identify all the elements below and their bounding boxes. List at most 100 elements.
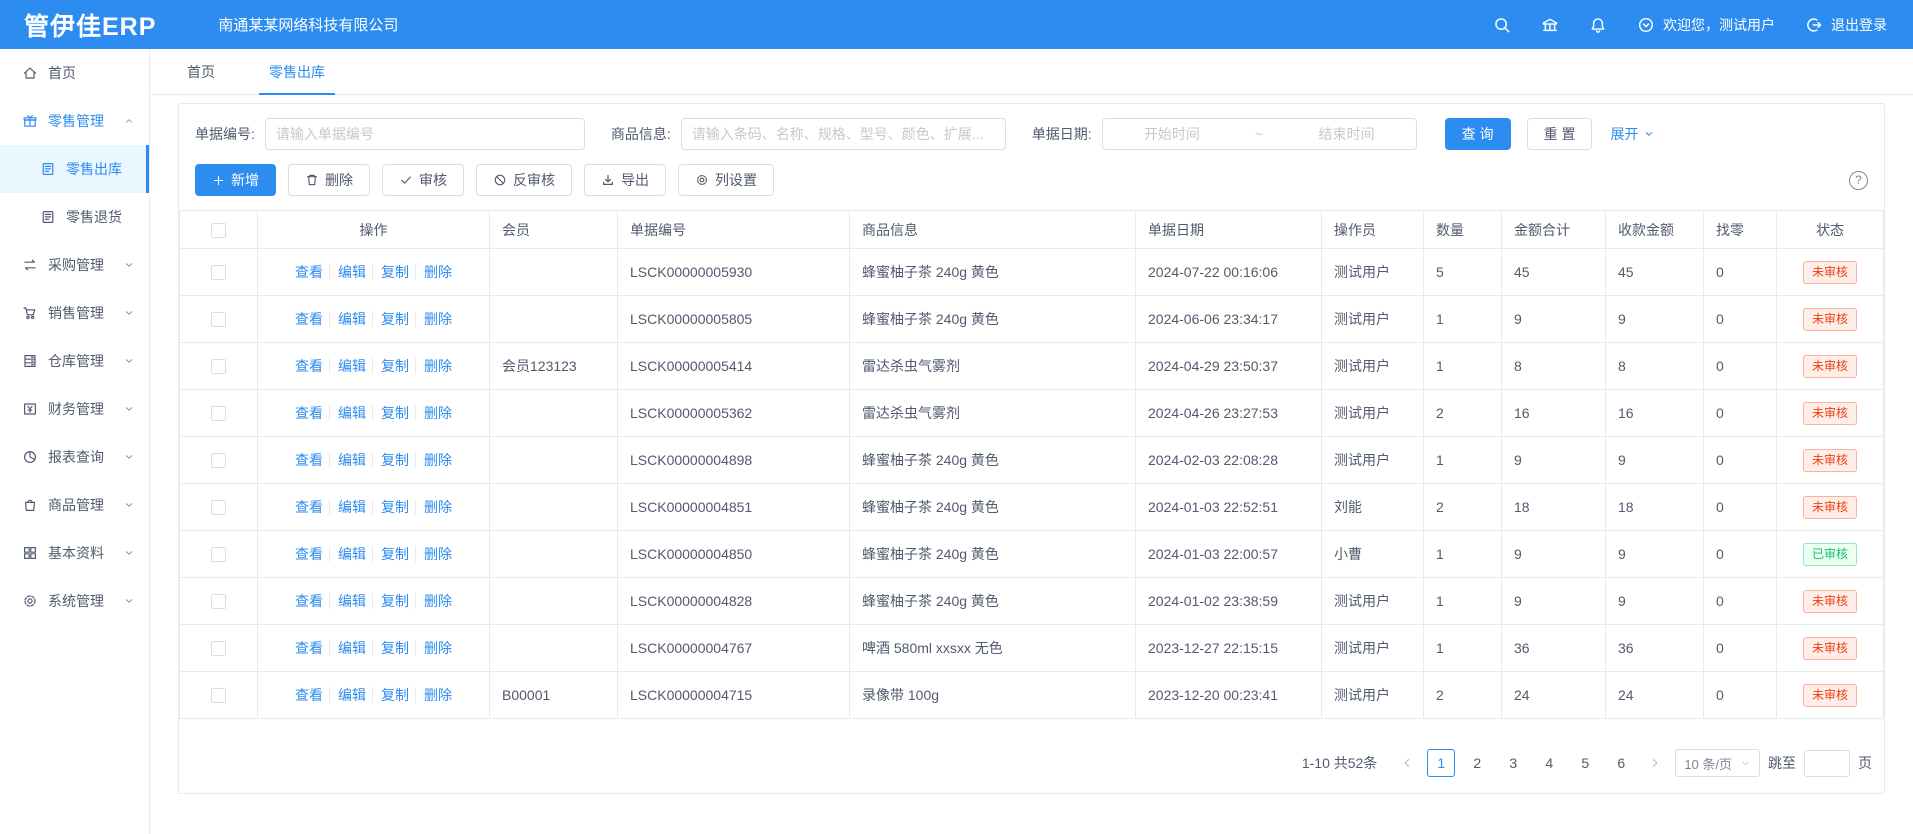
tab-retail-outbound[interactable]: 零售出库 xyxy=(255,49,339,94)
sidebar-item-report-query[interactable]: 报表查询 xyxy=(0,433,149,481)
edit-link[interactable]: 编辑 xyxy=(329,452,366,468)
next-page-button[interactable] xyxy=(1643,749,1667,777)
edit-link[interactable]: 编辑 xyxy=(329,687,366,703)
edit-link[interactable]: 编辑 xyxy=(329,311,366,327)
delete-link[interactable]: 删除 xyxy=(415,687,452,703)
date-end-input[interactable] xyxy=(1283,125,1409,143)
search-button[interactable]: 查 询 xyxy=(1445,118,1511,150)
copy-link[interactable]: 复制 xyxy=(372,452,409,468)
delete-link[interactable]: 删除 xyxy=(415,546,452,562)
page-button-3[interactable]: 3 xyxy=(1499,749,1527,777)
sidebar-item-system-mgmt[interactable]: 系统管理 xyxy=(0,577,149,625)
view-link[interactable]: 查看 xyxy=(295,405,323,421)
edit-link[interactable]: 编辑 xyxy=(329,546,366,562)
delete-link[interactable]: 删除 xyxy=(415,452,452,468)
edit-link[interactable]: 编辑 xyxy=(329,593,366,609)
delete-button[interactable]: 删除 xyxy=(288,164,370,196)
row-checkbox[interactable] xyxy=(211,312,226,327)
row-checkbox[interactable] xyxy=(211,359,226,374)
cell-order-no: LSCK00000005805 xyxy=(618,296,850,343)
tab-home[interactable]: 首页 xyxy=(173,49,229,94)
delete-link[interactable]: 删除 xyxy=(415,264,452,280)
delete-link[interactable]: 删除 xyxy=(415,311,452,327)
delete-link[interactable]: 删除 xyxy=(415,358,452,374)
row-checkbox[interactable] xyxy=(211,688,226,703)
copy-link[interactable]: 复制 xyxy=(372,405,409,421)
prev-page-button[interactable] xyxy=(1395,749,1419,777)
copy-link[interactable]: 复制 xyxy=(372,546,409,562)
row-checkbox[interactable] xyxy=(211,406,226,421)
copy-link[interactable]: 复制 xyxy=(372,311,409,327)
bank-icon[interactable] xyxy=(1541,16,1559,34)
sidebar-item-retail-outbound[interactable]: 零售出库 xyxy=(0,145,149,193)
audit-button[interactable]: 审核 xyxy=(382,164,464,196)
sidebar-item-home[interactable]: 首页 xyxy=(0,49,149,97)
edit-link[interactable]: 编辑 xyxy=(329,358,366,374)
select-all-checkbox[interactable] xyxy=(211,223,226,238)
copy-link[interactable]: 复制 xyxy=(372,264,409,280)
row-checkbox[interactable] xyxy=(211,641,226,656)
page-button-6[interactable]: 6 xyxy=(1607,749,1635,777)
table-row: 查看编辑复制删除 LSCK00000004828 蜂蜜柚子茶 240g 黄色 2… xyxy=(180,578,1884,625)
sidebar-item-retail-return[interactable]: 零售退货 xyxy=(0,193,149,241)
row-checkbox[interactable] xyxy=(211,265,226,280)
view-link[interactable]: 查看 xyxy=(295,499,323,515)
delete-link[interactable]: 删除 xyxy=(415,593,452,609)
view-link[interactable]: 查看 xyxy=(295,687,323,703)
delete-link[interactable]: 删除 xyxy=(415,499,452,515)
reset-button[interactable]: 重 置 xyxy=(1527,118,1593,150)
view-link[interactable]: 查看 xyxy=(295,311,323,327)
user-menu[interactable]: 欢迎您，测试用户 xyxy=(1637,15,1775,35)
copy-link[interactable]: 复制 xyxy=(372,687,409,703)
page-button-2[interactable]: 2 xyxy=(1463,749,1491,777)
view-link[interactable]: 查看 xyxy=(295,264,323,280)
cell-member xyxy=(490,296,618,343)
table-row: 查看编辑复制删除 LSCK00000005805 蜂蜜柚子茶 240g 黄色 2… xyxy=(180,296,1884,343)
sidebar-item-warehouse-mgmt[interactable]: 仓库管理 xyxy=(0,337,149,385)
export-button[interactable]: 导出 xyxy=(584,164,666,196)
edit-link[interactable]: 编辑 xyxy=(329,405,366,421)
edit-link[interactable]: 编辑 xyxy=(329,499,366,515)
sidebar-item-goods-mgmt[interactable]: 商品管理 xyxy=(0,481,149,529)
view-link[interactable]: 查看 xyxy=(295,593,323,609)
add-button[interactable]: 新增 xyxy=(195,164,276,196)
row-checkbox[interactable] xyxy=(211,547,226,562)
copy-link[interactable]: 复制 xyxy=(372,593,409,609)
page-button-1[interactable]: 1 xyxy=(1427,749,1455,777)
sidebar-item-basic-data[interactable]: 基本资料 xyxy=(0,529,149,577)
jump-input[interactable] xyxy=(1804,750,1850,777)
sidebar-item-sales-mgmt[interactable]: 销售管理 xyxy=(0,289,149,337)
column-settings-button[interactable]: 列设置 xyxy=(678,164,774,196)
bell-icon[interactable] xyxy=(1589,16,1607,34)
row-checkbox[interactable] xyxy=(211,594,226,609)
search-icon[interactable] xyxy=(1493,16,1511,34)
expand-link[interactable]: 展开 xyxy=(1610,124,1655,144)
delete-link[interactable]: 删除 xyxy=(415,640,452,656)
order-no-input[interactable] xyxy=(265,118,585,150)
sidebar-item-finance-mgmt[interactable]: 财务管理 xyxy=(0,385,149,433)
page-size-select[interactable]: 10 条/页 xyxy=(1675,749,1760,777)
copy-link[interactable]: 复制 xyxy=(372,358,409,374)
date-start-input[interactable] xyxy=(1109,125,1235,143)
copy-link[interactable]: 复制 xyxy=(372,499,409,515)
edit-link[interactable]: 编辑 xyxy=(329,640,366,656)
cell-received: 18 xyxy=(1606,484,1704,531)
product-input[interactable] xyxy=(681,118,1006,150)
help-icon[interactable]: ? xyxy=(1849,171,1868,190)
page-button-4[interactable]: 4 xyxy=(1535,749,1563,777)
logout-button[interactable]: 退出登录 xyxy=(1805,15,1887,35)
sidebar-item-retail-mgmt[interactable]: 零售管理 xyxy=(0,97,149,145)
view-link[interactable]: 查看 xyxy=(295,546,323,562)
unaudit-button[interactable]: 反审核 xyxy=(476,164,572,196)
edit-link[interactable]: 编辑 xyxy=(329,264,366,280)
view-link[interactable]: 查看 xyxy=(295,452,323,468)
sidebar-item-purchase-mgmt[interactable]: 采购管理 xyxy=(0,241,149,289)
page-button-5[interactable]: 5 xyxy=(1571,749,1599,777)
row-checkbox[interactable] xyxy=(211,500,226,515)
copy-link[interactable]: 复制 xyxy=(372,640,409,656)
view-link[interactable]: 查看 xyxy=(295,358,323,374)
view-link[interactable]: 查看 xyxy=(295,640,323,656)
row-checkbox[interactable] xyxy=(211,453,226,468)
date-range-picker[interactable]: ~ xyxy=(1102,118,1417,150)
delete-link[interactable]: 删除 xyxy=(415,405,452,421)
